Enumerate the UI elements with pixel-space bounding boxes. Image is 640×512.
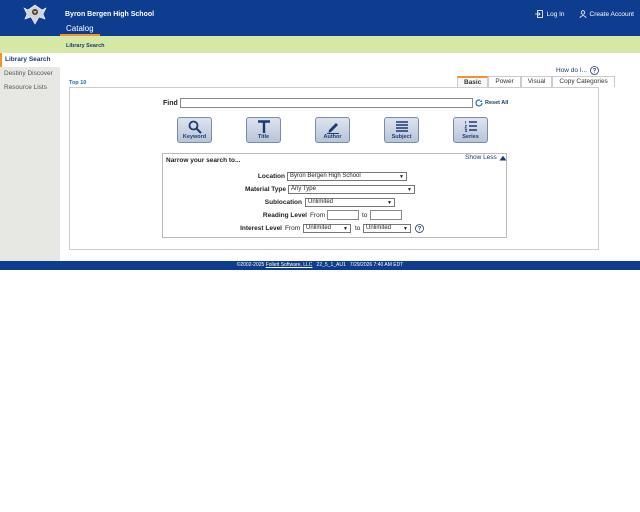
narrow-title: Narrow your search to... (166, 157, 241, 164)
interest-from-select[interactable]: Unlimited ▼ (303, 224, 351, 233)
school-name[interactable]: Byron Bergen High School (65, 11, 154, 18)
sidebar-item-destiny-discover[interactable]: Destiny Discover (0, 67, 60, 81)
keyword-label: Keyword (182, 134, 207, 140)
location-label: Location (257, 173, 285, 180)
login-label: Log In (546, 10, 565, 18)
chevron-down-icon: ▼ (399, 174, 404, 180)
refresh-icon (475, 99, 483, 107)
location-select[interactable]: Byron Bergen High School ▼ (287, 172, 407, 181)
reading-to-text: to (362, 212, 368, 219)
svg-text:?: ? (418, 227, 422, 233)
help-icon: ? (590, 66, 599, 75)
chevron-down-icon: ▼ (387, 200, 392, 206)
tab-catalog[interactable]: Catalog (60, 23, 100, 36)
reset-all-label: Reset All (485, 100, 509, 106)
series-search-button[interactable]: Series (453, 117, 488, 143)
author-search-button[interactable]: Author (315, 117, 350, 143)
caret-up-icon (499, 155, 507, 160)
pen-icon (326, 123, 339, 134)
numbered-list-icon (463, 121, 477, 132)
reading-from-text: From (310, 212, 326, 219)
svg-text:?: ? (593, 69, 597, 75)
material-type-value: Any Type (291, 186, 316, 192)
reset-all-button[interactable]: Reset All (475, 99, 508, 107)
interest-help-icon[interactable]: ? (415, 224, 424, 233)
footer: ©2002-2025 Follett Software, LLC 22_5_1_… (0, 261, 640, 270)
chevron-down-icon: ▼ (343, 226, 348, 232)
login-link[interactable]: Log In (535, 10, 565, 18)
interest-from-text: From (285, 225, 301, 232)
find-input[interactable] (180, 98, 473, 108)
series-label: Series (462, 134, 479, 140)
footer-timestamp: 7/29/2026 7:40 AM EDT (349, 262, 404, 268)
interest-level-label: Interest Level (240, 225, 282, 232)
reading-level-label: Reading Level (262, 212, 307, 219)
footer-copyright: ©2002-2025 (236, 262, 265, 268)
magnifier-icon (188, 120, 202, 134)
user-icon (579, 10, 587, 18)
show-less-label: Show Less (465, 154, 497, 161)
interest-to-text: to (355, 225, 361, 232)
breadcrumb: Library Search (66, 43, 105, 49)
list-lines-icon (395, 121, 408, 132)
app-header: Byron Bergen High School Catalog Log In … (0, 0, 640, 36)
reading-from-input[interactable] (327, 210, 359, 220)
sidebar-item-resource-lists[interactable]: Resource Lists (0, 81, 60, 95)
create-account-link[interactable]: Create Account (579, 10, 634, 18)
material-type-label: Material Type (244, 186, 286, 193)
material-type-select[interactable]: Any Type ▼ (288, 185, 415, 194)
subject-label: Subject (391, 134, 412, 140)
show-less-link[interactable]: Show Less (465, 154, 507, 161)
chevron-down-icon: ▼ (407, 187, 412, 193)
sidebar: Library Search Destiny Discover Resource… (0, 53, 60, 261)
sublocation-value: Unlimited (308, 199, 334, 205)
breadcrumb-bar: Library Search (0, 36, 640, 53)
sublocation-label: Sublocation (264, 199, 302, 206)
how-do-i-link[interactable]: How do I... ? (556, 66, 599, 75)
top10-link[interactable]: Top 10 (69, 80, 86, 86)
chevron-down-icon: ▼ (403, 226, 408, 232)
tab-copy-categories[interactable]: Copy Categories (552, 76, 615, 87)
footer-company-link[interactable]: Follett Software, LLC (266, 262, 313, 268)
interest-to-select[interactable]: Unlimited ▼ (363, 224, 411, 233)
how-do-i-label: How do I... (556, 67, 588, 74)
interest-to-value: Unlimited (366, 225, 392, 231)
sidebar-item-library-search[interactable]: Library Search (0, 53, 60, 67)
sublocation-select[interactable]: Unlimited ▼ (305, 198, 395, 207)
author-label: Author (323, 134, 342, 140)
title-t-icon (257, 120, 270, 133)
subject-search-button[interactable]: Subject (384, 117, 419, 143)
create-account-label: Create Account (589, 10, 634, 18)
tab-power[interactable]: Power (488, 76, 521, 87)
footer-version: 22_5_1_AU1 (316, 262, 346, 268)
reading-to-input[interactable] (370, 210, 402, 220)
school-logo[interactable] (22, 2, 48, 28)
search-mode-tabs: Basic Power Visual Copy Categories (457, 76, 615, 87)
tab-visual[interactable]: Visual (520, 76, 553, 87)
login-icon (535, 10, 544, 18)
title-search-button[interactable]: Title (246, 117, 281, 143)
interest-from-value: Unlimited (306, 225, 332, 231)
keyword-search-button[interactable]: Keyword (177, 117, 212, 143)
find-label: Find (163, 100, 178, 107)
tab-basic[interactable]: Basic (457, 76, 489, 87)
title-label: Title (257, 134, 270, 140)
location-value: Byron Bergen High School (290, 173, 361, 179)
